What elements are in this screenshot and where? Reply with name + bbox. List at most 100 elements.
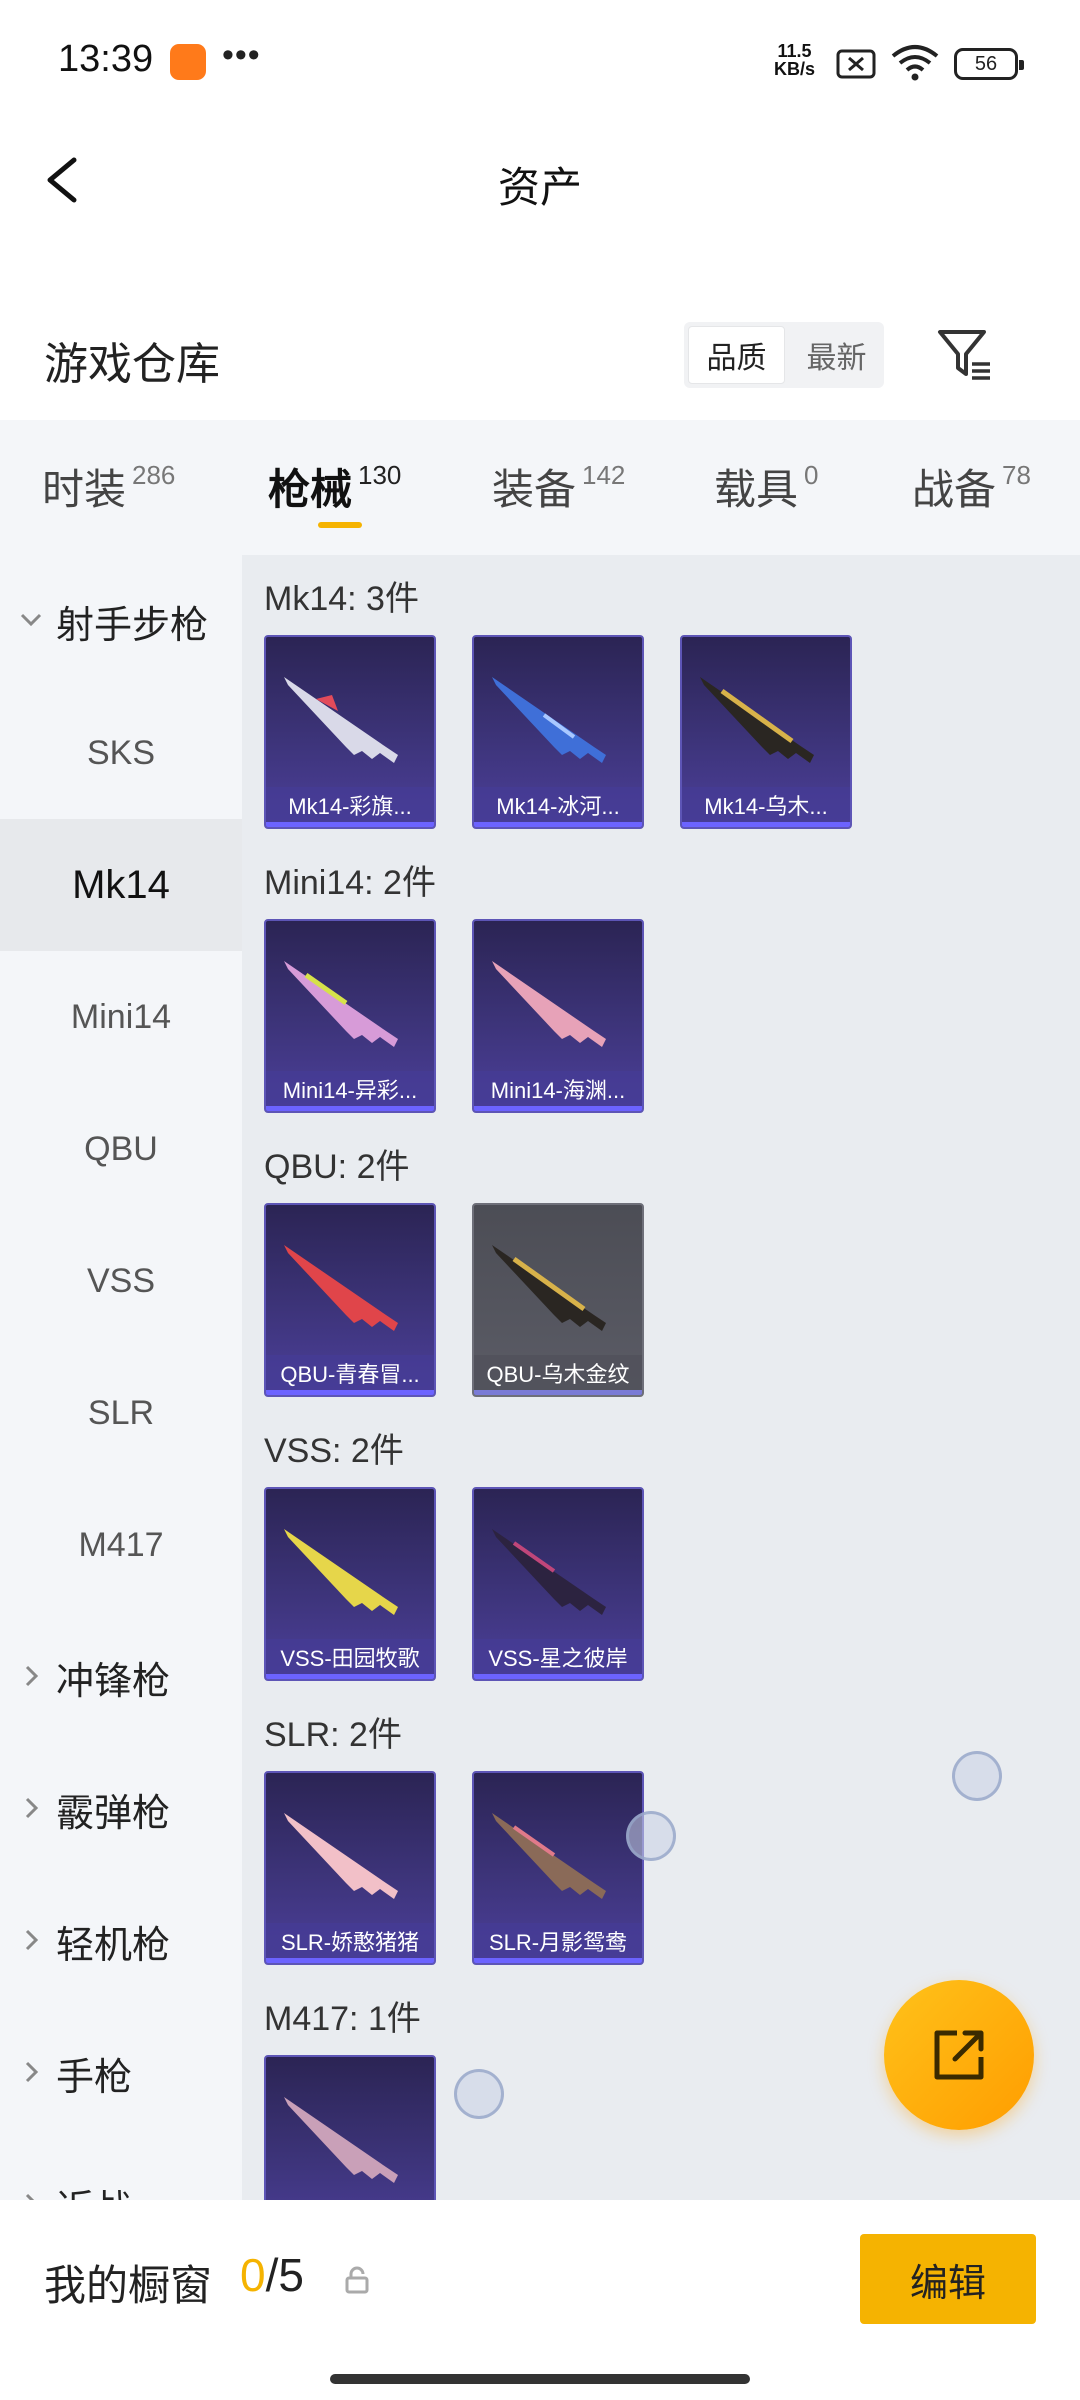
skin-name: Mini14-海渊... <box>474 1071 642 1111</box>
sidebar-category-lmg[interactable]: 轻机枪 <box>0 1875 242 2007</box>
sidebar-item-qbu[interactable]: QBU <box>0 1083 242 1215</box>
tab-count: 130 <box>358 460 402 490</box>
quality-bar <box>474 1390 642 1395</box>
group-title-mini14: Mini14: 2件 <box>264 864 436 902</box>
group-title-m417: M417: 1件 <box>264 2000 421 2038</box>
edit-button[interactable]: 编辑 <box>860 2234 1036 2324</box>
tab-label: 战备 <box>912 466 997 513</box>
skin-card[interactable]: QBU-乌木金纹 <box>472 1203 644 1397</box>
status-time: 13:39 <box>58 38 154 80</box>
share-icon <box>934 2030 984 2080</box>
skin-card[interactable]: SLR-娇憨猪猪 <box>264 1771 436 1965</box>
skin-name: SLR-娇憨猪猪 <box>266 1923 434 1963</box>
app-notification-icon <box>170 44 206 80</box>
skin-card[interactable]: Mini14-海渊... <box>472 919 644 1113</box>
tab-count: 286 <box>132 460 176 490</box>
category-tabs: 时装 286 枪械 130 装备 142 载具 0 战备 78 <box>0 420 1080 555</box>
showcase-bar: 我的橱窗 0/5 编辑 <box>0 2200 1080 2400</box>
net-speed-unit: KB/s <box>774 59 816 79</box>
tab-weapons[interactable]: 枪械 130 <box>268 456 401 517</box>
skin-card[interactable]: Mini14-异彩... <box>264 919 436 1113</box>
sidebar-category-label: 射手步枪 <box>56 604 209 647</box>
quality-bar <box>266 1674 434 1679</box>
tab-count: 78 <box>1002 460 1031 490</box>
sidebar-item-slr[interactable]: SLR <box>0 1347 242 1479</box>
wifi-icon <box>891 45 939 81</box>
more-notifications-icon: ••• <box>222 36 261 74</box>
page-title: 资产 <box>497 164 582 211</box>
tab-fashion[interactable]: 时装 286 <box>42 456 175 517</box>
skin-name: QBU-青春冒... <box>266 1355 434 1395</box>
sidebar-item-m417[interactable]: M417 <box>0 1479 242 1611</box>
rifle-icon <box>492 1245 606 1331</box>
sidebar-item-vss[interactable]: VSS <box>0 1215 242 1347</box>
rifle-icon <box>492 961 606 1047</box>
sidebar-item-sks[interactable]: SKS <box>0 687 242 819</box>
tab-combat-gear[interactable]: 战备 78 <box>912 456 1031 517</box>
section-title: 游戏仓库 <box>44 340 220 389</box>
rifle-icon <box>284 961 398 1047</box>
no-sim-icon <box>836 49 876 79</box>
quality-bar <box>266 1390 434 1395</box>
weapon-skin-grid: Mk14: 3件 Mk14-彩旗... Mk14-冰河... Mk14-乌木..… <box>242 555 1080 2200</box>
sidebar-category-label: 手枪 <box>56 2056 133 2099</box>
quality-bar <box>682 822 850 827</box>
sidebar-category-shotgun[interactable]: 霰弹枪 <box>0 1743 242 1875</box>
sidebar-category-smg[interactable]: 冲锋枪 <box>0 1611 242 1743</box>
showcase-count: 0/5 <box>240 2248 304 2302</box>
skin-card[interactable] <box>264 2055 436 2200</box>
touch-indicator <box>626 1811 676 1861</box>
sidebar-item-mk14[interactable]: Mk14 <box>0 819 242 951</box>
status-bar: 13:39 ••• 11.5 KB/s 56 <box>0 0 1080 130</box>
tab-count: 142 <box>582 460 626 490</box>
skin-card[interactable]: VSS-田园牧歌 <box>264 1487 436 1681</box>
sidebar-category-melee[interactable]: 近战 <box>0 2139 242 2200</box>
skin-card[interactable]: QBU-青春冒... <box>264 1203 436 1397</box>
showcase-current: 0 <box>240 2249 266 2301</box>
filter-icon[interactable] <box>934 324 994 384</box>
quality-bar <box>474 1106 642 1111</box>
rifle-icon <box>492 1813 606 1899</box>
rifle-icon <box>284 2097 398 2183</box>
home-indicator[interactable] <box>330 2374 750 2384</box>
tab-vehicles[interactable]: 载具 0 <box>714 456 818 517</box>
chevron-down-icon <box>20 613 42 627</box>
share-button[interactable] <box>884 1980 1034 2130</box>
sidebar-category-pistol[interactable]: 手枪 <box>0 2007 242 2139</box>
active-tab-indicator <box>318 522 362 528</box>
skin-name: VSS-田园牧歌 <box>266 1639 434 1679</box>
sort-quality-button[interactable]: 品质 <box>688 326 785 384</box>
skin-name: Mk14-乌木... <box>682 787 850 827</box>
skin-card[interactable]: VSS-星之彼岸 <box>472 1487 644 1681</box>
skin-card[interactable]: SLR-月影鸳鸯 <box>472 1771 644 1965</box>
sidebar-category-label: 轻机枪 <box>56 1924 171 1967</box>
rifle-icon <box>284 1245 398 1331</box>
tab-equipment[interactable]: 装备 142 <box>492 456 625 517</box>
rifle-icon <box>284 677 398 763</box>
chevron-right-icon <box>25 2193 35 2200</box>
rifle-icon <box>284 1813 398 1899</box>
chevron-right-icon <box>25 2061 39 2083</box>
net-speed: 11.5 KB/s <box>774 42 815 78</box>
sidebar-category-marksman[interactable]: 射手步枪 <box>0 555 242 687</box>
skin-card[interactable]: Mk14-冰河... <box>472 635 644 829</box>
sidebar-category-label: 霰弹枪 <box>56 1792 171 1835</box>
skin-card[interactable]: Mk14-彩旗... <box>264 635 436 829</box>
sidebar-category-label: 近战 <box>56 2178 132 2201</box>
quality-bar <box>474 1674 642 1679</box>
quality-bar <box>266 1958 434 1963</box>
tab-label: 枪械 <box>268 466 353 513</box>
sort-toggle: 品质 最新 <box>684 322 884 388</box>
rifle-icon <box>492 1529 606 1615</box>
sort-newest-button[interactable]: 最新 <box>789 322 884 388</box>
skin-name: Mk14-彩旗... <box>266 787 434 827</box>
rifle-icon <box>284 1529 398 1615</box>
showcase-label: 我的橱窗 <box>44 2262 213 2309</box>
sidebar-item-mini14[interactable]: Mini14 <box>0 951 242 1083</box>
lock-icon <box>345 2266 369 2294</box>
tab-label: 装备 <box>492 466 577 513</box>
group-title-slr: SLR: 2件 <box>264 1716 402 1754</box>
skin-card[interactable]: Mk14-乌木... <box>680 635 852 829</box>
skin-name: SLR-月影鸳鸯 <box>474 1923 642 1963</box>
tab-label: 载具 <box>714 466 799 513</box>
